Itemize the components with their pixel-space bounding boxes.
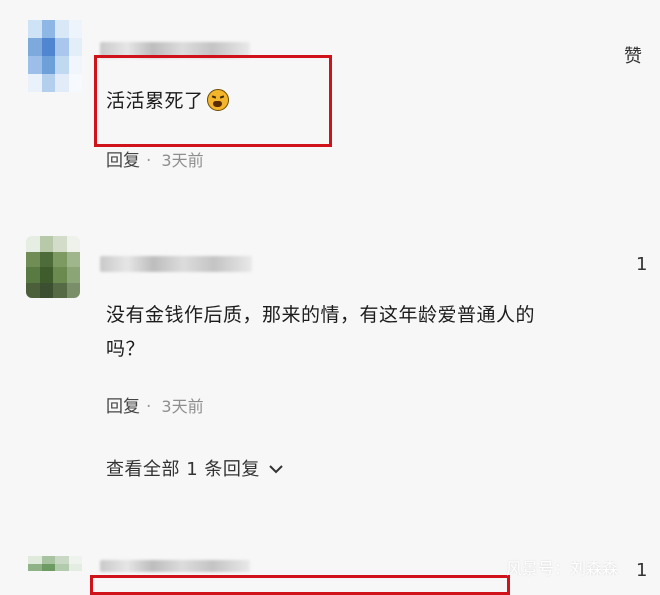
separator-dot: · xyxy=(146,397,152,417)
view-all-replies-label: 查看全部 1 条回复 xyxy=(106,459,260,480)
comment-text-content: 活活累死了 xyxy=(106,90,204,112)
reply-button[interactable]: 回复 xyxy=(106,397,140,417)
avatar[interactable] xyxy=(26,236,80,298)
like-count[interactable]: 1 xyxy=(636,560,647,581)
like-button[interactable]: 赞 xyxy=(624,42,642,68)
comment-text: 没有金钱作后质，那来的情，有这年龄爱普通人的 吗？ xyxy=(106,298,646,366)
chevron-down-icon xyxy=(269,465,283,474)
reply-button[interactable]: 回复 xyxy=(106,151,140,171)
comment-text-line: 吗？ xyxy=(106,338,146,360)
view-all-replies-button[interactable]: 查看全部 1 条回复 xyxy=(106,455,284,481)
comment-meta: 回复 · 3天前 xyxy=(106,392,204,417)
username-blurred[interactable] xyxy=(100,256,252,272)
avatar[interactable] xyxy=(28,556,82,586)
like-count[interactable]: 1 xyxy=(636,254,647,275)
comment-meta: 回复 · 3天前 xyxy=(106,146,204,171)
avatar[interactable] xyxy=(28,20,82,92)
comment-text: 活活累死了 xyxy=(106,84,229,118)
highlight-box xyxy=(90,575,510,595)
username-blurred[interactable] xyxy=(100,560,250,572)
timestamp: 3天前 xyxy=(161,397,204,416)
timestamp: 3天前 xyxy=(161,151,204,170)
comment-text-line: 没有金钱作后质，那来的情，有这年龄爱普通人的 xyxy=(106,304,536,326)
crying-face-emoji-icon xyxy=(206,89,229,111)
watermark: 风景号：刘森森 xyxy=(506,559,619,578)
separator-dot: · xyxy=(146,151,152,171)
